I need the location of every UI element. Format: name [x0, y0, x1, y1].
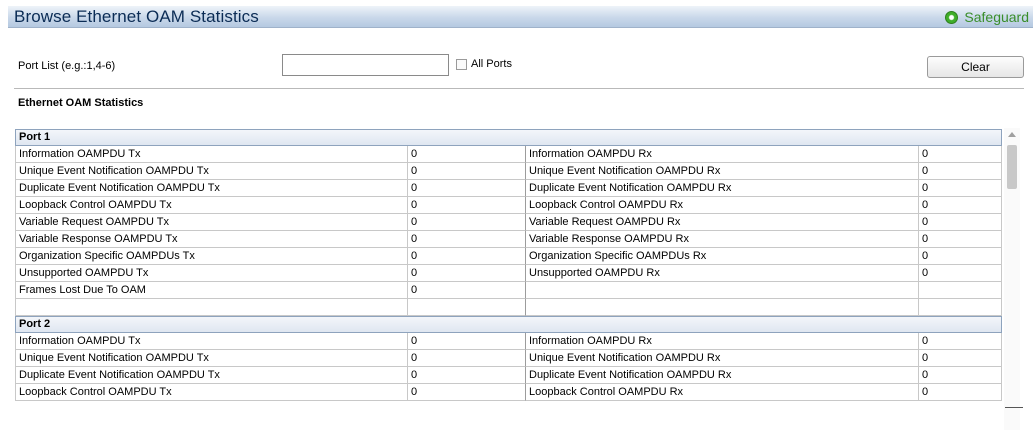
tx-value-cell: 0 — [408, 214, 526, 231]
tx-value-cell: 0 — [408, 180, 526, 197]
rx-label-cell: Variable Request OAMPDU Rx — [526, 214, 919, 231]
tx-label-cell: Duplicate Event Notification OAMPDU Tx — [15, 180, 408, 197]
tx-value-cell: 0 — [408, 265, 526, 282]
rx-label-cell: Organization Specific OAMPDUs Rx — [526, 248, 919, 265]
rx-value-cell: 0 — [919, 367, 1002, 384]
tx-label-cell: Unique Event Notification OAMPDU Tx — [15, 350, 408, 367]
rx-value-cell: 0 — [919, 146, 1002, 163]
table-row: Organization Specific OAMPDUs Tx 0 Organiz… — [15, 248, 1002, 265]
tx-label-cell: Information OAMPDU Tx — [15, 333, 408, 350]
rx-value-cell: 0 — [919, 350, 1002, 367]
tx-value-cell: 0 — [408, 248, 526, 265]
table-row: Unique Event Notification OAMPDU Tx 0 Uniq… — [15, 163, 1002, 180]
table-row: Unsupported OAMPDU Tx 0 Unsupported OAMPDU… — [15, 265, 1002, 282]
port-header: Port 2 — [15, 316, 1002, 333]
port-header: Port 1 — [15, 129, 1002, 146]
tx-value-cell: 0 — [408, 197, 526, 214]
tx-value-cell: 0 — [408, 163, 526, 180]
scrollbar-dash — [1005, 407, 1023, 408]
rx-value-cell: 0 — [919, 197, 1002, 214]
table-row — [15, 299, 1002, 316]
tx-label-cell: Loopback Control OAMPDU Tx — [15, 384, 408, 401]
tx-label-cell: Organization Specific OAMPDUs Tx — [15, 248, 408, 265]
all-ports-label: All Ports — [471, 58, 512, 70]
scrollbar-thumb[interactable] — [1007, 145, 1017, 189]
rx-value-cell — [919, 299, 1002, 316]
rx-value-cell: 0 — [919, 333, 1002, 350]
rx-label-cell — [526, 299, 919, 316]
tx-label-cell: Variable Response OAMPDU Tx — [15, 231, 408, 248]
tx-value-cell: 0 — [408, 350, 526, 367]
port-list-input[interactable] — [282, 54, 449, 76]
table-row: Variable Response OAMPDU Tx 0 Variable Res… — [15, 231, 1002, 248]
rx-label-cell: Duplicate Event Notification OAMPDU Rx — [526, 367, 919, 384]
safeguard-indicator: Safeguard — [945, 8, 1029, 26]
rx-label-cell: Loopback Control OAMPDU Rx — [526, 384, 919, 401]
rx-label-cell: Information OAMPDU Rx — [526, 333, 919, 350]
tx-label-cell: Unique Event Notification OAMPDU Tx — [15, 163, 408, 180]
tx-value-cell: 0 — [408, 384, 526, 401]
table-row: Duplicate Event Notification OAMPDU Tx 0 D… — [15, 367, 1002, 384]
rx-value-cell: 0 — [919, 384, 1002, 401]
table-row: Duplicate Event Notification OAMPDU Tx 0 D… — [15, 180, 1002, 197]
tx-label-cell: Loopback Control OAMPDU Tx — [15, 197, 408, 214]
rx-value-cell: 0 — [919, 265, 1002, 282]
tx-label-cell: Variable Request OAMPDU Tx — [15, 214, 408, 231]
rx-label-cell: Unique Event Notification OAMPDU Rx — [526, 350, 919, 367]
tx-label-cell — [15, 299, 408, 316]
rx-value-cell — [919, 282, 1002, 299]
rx-label-cell: Unique Event Notification OAMPDU Rx — [526, 163, 919, 180]
rx-value-cell: 0 — [919, 248, 1002, 265]
tx-value-cell: 0 — [408, 282, 526, 299]
scroll-up-arrow-icon[interactable] — [1008, 132, 1016, 137]
tx-label-cell: Frames Lost Due To OAM — [15, 282, 408, 299]
rx-value-cell: 0 — [919, 214, 1002, 231]
tx-value-cell — [408, 299, 526, 316]
rx-label-cell: Duplicate Event Notification OAMPDU Rx — [526, 180, 919, 197]
page-title: Browse Ethernet OAM Statistics — [14, 7, 259, 26]
rx-label-cell: Loopback Control OAMPDU Rx — [526, 197, 919, 214]
rx-label-cell: Information OAMPDU Rx — [526, 146, 919, 163]
rx-label-cell — [526, 282, 919, 299]
table-row: Unique Event Notification OAMPDU Tx 0 Uniq… — [15, 350, 1002, 367]
table-row: Information OAMPDU Tx 0 Information OAMPDU… — [15, 146, 1002, 163]
tx-value-cell: 0 — [408, 146, 526, 163]
clear-button[interactable]: Clear — [927, 56, 1024, 78]
table-row: Loopback Control OAMPDU Tx 0 Loopback Cont… — [15, 384, 1002, 401]
tx-value-cell: 0 — [408, 231, 526, 248]
rx-value-cell: 0 — [919, 163, 1002, 180]
status-dot-icon — [945, 10, 959, 24]
tx-value-cell: 0 — [408, 367, 526, 384]
statistics-table: Port 1 Information OAMPDU Tx 0 Information … — [15, 129, 1002, 430]
tx-value-cell: 0 — [408, 333, 526, 350]
rx-label-cell: Unsupported OAMPDU Rx — [526, 265, 919, 282]
table-row: Variable Request OAMPDU Tx 0 Variable Requ… — [15, 214, 1002, 231]
safeguard-label: Safeguard — [964, 9, 1029, 25]
tx-label-cell: Duplicate Event Notification OAMPDU Tx — [15, 367, 408, 384]
divider — [14, 88, 1024, 89]
rx-value-cell: 0 — [919, 180, 1002, 197]
vertical-scrollbar[interactable] — [1004, 128, 1023, 430]
tx-label-cell: Unsupported OAMPDU Tx — [15, 265, 408, 282]
all-ports-checkbox[interactable]: All Ports — [456, 58, 512, 70]
port-list-label: Port List (e.g.:1,4-6) — [18, 60, 116, 72]
section-title: Ethernet OAM Statistics — [18, 97, 144, 109]
table-row: Information OAMPDU Tx 0 Information OAMPDU… — [15, 333, 1002, 350]
checkbox-icon[interactable] — [456, 58, 467, 70]
table-row: Frames Lost Due To OAM 0 — [15, 282, 1002, 299]
rx-label-cell: Variable Response OAMPDU Rx — [526, 231, 919, 248]
tx-label-cell: Information OAMPDU Tx — [15, 146, 408, 163]
table-row: Loopback Control OAMPDU Tx 0 Loopback Cont… — [15, 197, 1002, 214]
title-bar: Browse Ethernet OAM Statistics Safeguard — [8, 6, 1033, 28]
rx-value-cell: 0 — [919, 231, 1002, 248]
